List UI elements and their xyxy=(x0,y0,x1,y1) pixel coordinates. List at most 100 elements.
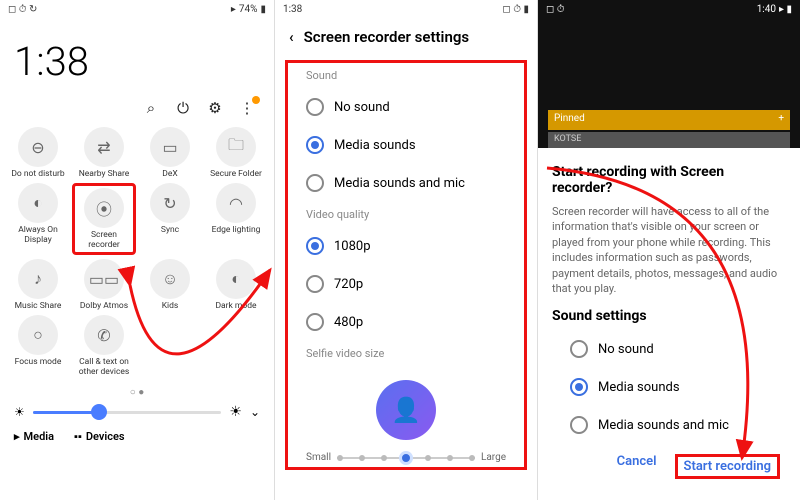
tile-sync[interactable]: ↻ Sync xyxy=(138,183,202,255)
tile-edge-lighting[interactable]: ◠Edge lighting xyxy=(204,183,268,255)
tile-label: Call & text on other devices xyxy=(72,358,136,377)
tile-label: Music Share xyxy=(6,302,70,311)
clock: 1:38 xyxy=(0,18,274,93)
video-quality-option[interactable]: 1080p xyxy=(288,227,524,265)
tile-dolby-atmos[interactable]: ▭▭Dolby Atmos xyxy=(72,259,136,311)
tiles-grid: ⊖ Do not disturb ⇄ Nearby Share ▭ DeX 🗀 Secure … xyxy=(0,123,274,381)
settings-header: ‹ Screen recorder settings xyxy=(275,18,537,60)
tab-devices[interactable]: ▪▪ Devices xyxy=(74,430,125,443)
tile-secure-folder[interactable]: 🗀 Secure Folder xyxy=(204,127,268,179)
start-recording-button[interactable]: Start recording xyxy=(675,454,780,479)
sound-option[interactable]: No sound xyxy=(288,88,524,126)
tile-music-share[interactable]: ♪ Music Share xyxy=(6,259,70,311)
sun-dim-icon: ☀ xyxy=(14,405,25,419)
radio-icon xyxy=(570,378,588,396)
tile-kids[interactable]: ☺ Kids xyxy=(138,259,202,311)
tile-label: Focus mode xyxy=(6,358,70,367)
tile-icon: ▭ xyxy=(150,127,190,167)
back-icon[interactable]: ‹ xyxy=(289,28,294,46)
tile-icon: ⇄ xyxy=(84,127,124,167)
tile-always-on-display[interactable]: ◐ Always On Display xyxy=(6,183,70,255)
power-icon[interactable]: ⏻ xyxy=(174,99,192,117)
tile-icon: ⊖ xyxy=(18,127,58,167)
settings-icon[interactable]: ⚙ xyxy=(206,99,224,117)
option-label: Media sounds and mic xyxy=(598,418,729,433)
status-icons: ◻ ⏱ ▮ xyxy=(502,4,529,15)
selfie-size-slider-row: Small Large xyxy=(288,448,524,467)
tile-icon: ☺ xyxy=(150,259,190,299)
search-icon[interactable]: ⌕ xyxy=(142,99,160,117)
page-title: Screen recorder settings xyxy=(304,28,469,46)
sound-option[interactable]: No sound xyxy=(552,330,786,368)
tile-label: Always On Display xyxy=(6,226,70,245)
tab-media[interactable]: ▸ Media xyxy=(14,430,54,443)
radio-icon xyxy=(570,416,588,434)
tile-icon: ◐ xyxy=(18,183,58,223)
tile-focus-mode[interactable]: ○ Focus mode xyxy=(6,315,70,377)
brightness-slider[interactable] xyxy=(33,411,222,414)
tile-screen-recorder[interactable]: ⦿ Screen recorder xyxy=(72,183,136,255)
tile-dark-mode[interactable]: ◐Dark mode xyxy=(204,259,268,311)
list-item: KOTSE xyxy=(548,132,790,148)
tile-label: Do not disturb xyxy=(6,170,70,179)
tile-icon: ◠ xyxy=(216,183,256,223)
option-label: Media sounds and mic xyxy=(334,176,465,191)
status-bar: ◻ ⏱ ↻ ▸ 74% ▮ xyxy=(0,0,274,18)
tile-call-text-on-other-devices[interactable]: ✆ Call & text on other devices xyxy=(72,315,136,377)
video-quality-option[interactable]: 480p xyxy=(288,303,524,341)
status-icons-right: ▸ 74% ▮ xyxy=(231,4,266,15)
tile-icon: ✆ xyxy=(84,315,124,355)
tile-label: Screen recorder xyxy=(77,231,131,250)
sound-option[interactable]: Media sounds xyxy=(552,368,786,406)
status-icons-left: ◻ ⏱ xyxy=(546,4,565,15)
radio-icon xyxy=(306,136,324,154)
tile-dex[interactable]: ▭ DeX xyxy=(138,127,202,179)
selfie-size-slider[interactable] xyxy=(337,457,475,459)
brightness-row: ☀ ☀ ⌄ xyxy=(0,404,274,420)
page-indicator: ○ ● xyxy=(0,381,274,404)
option-label: No sound xyxy=(334,100,390,115)
tile-icon: ♪ xyxy=(18,259,58,299)
radio-icon xyxy=(570,340,588,358)
tile-do-not-disturb[interactable]: ⊖ Do not disturb xyxy=(6,127,70,179)
status-time: 1:38 xyxy=(283,4,302,15)
slider-max-label: Large xyxy=(481,452,506,463)
tile-label: DeX xyxy=(138,170,202,179)
radio-icon xyxy=(306,313,324,331)
pinned-bar: Pinned+ xyxy=(548,110,790,130)
status-icons-right: 1:40 ▸ ▮ xyxy=(757,4,792,15)
sun-bright-icon: ☀ xyxy=(229,404,242,420)
avatar-icon: 👤 xyxy=(376,380,436,440)
start-dialog-panel: ◻ ⏱ 1:40 ▸ ▮ Pinned+ KOTSE Start recordi… xyxy=(538,0,800,500)
tile-nearby-share[interactable]: ⇄ Nearby Share xyxy=(72,127,136,179)
start-recording-dialog: Start recording with Screen recorder? Sc… xyxy=(538,148,800,500)
sound-settings-title: Sound settings xyxy=(552,308,786,324)
tile-icon: ▭▭ xyxy=(84,259,124,299)
option-label: 720p xyxy=(334,277,363,292)
cancel-button[interactable]: Cancel xyxy=(617,454,657,479)
chevron-down-icon[interactable]: ⌄ xyxy=(250,405,260,419)
tile-icon: ↻ xyxy=(150,183,190,223)
tile-label: Nearby Share xyxy=(72,170,136,179)
tile-label: Sync xyxy=(138,226,202,235)
tile-label: Secure Folder xyxy=(204,170,268,179)
status-icons-left: ◻ ⏱ ↻ xyxy=(8,4,37,15)
sound-option[interactable]: Media sounds xyxy=(288,126,524,164)
option-label: No sound xyxy=(598,342,654,357)
radio-icon xyxy=(306,237,324,255)
tile-icon: ○ xyxy=(18,315,58,355)
tile-label: Kids xyxy=(138,302,202,311)
more-icon[interactable]: ⋮ xyxy=(238,99,256,117)
radio-icon xyxy=(306,275,324,293)
quick-toolbar: ⌕ ⏻ ⚙ ⋮ xyxy=(0,93,274,123)
selfie-section-label: Selfie video size xyxy=(288,341,524,366)
sound-section-label: Sound xyxy=(288,63,524,88)
selfie-preview: 👤 xyxy=(288,366,524,448)
tile-icon: 🗀 xyxy=(216,127,256,167)
tile-icon: ⦿ xyxy=(84,188,124,228)
video-quality-option[interactable]: 720p xyxy=(288,265,524,303)
recorder-settings: 1:38 ◻ ⏱ ▮ ‹ Screen recorder settings So… xyxy=(274,0,538,500)
sound-option[interactable]: Media sounds and mic xyxy=(552,406,786,444)
sound-option[interactable]: Media sounds and mic xyxy=(288,164,524,202)
status-bar: 1:38 ◻ ⏱ ▮ xyxy=(275,0,537,18)
